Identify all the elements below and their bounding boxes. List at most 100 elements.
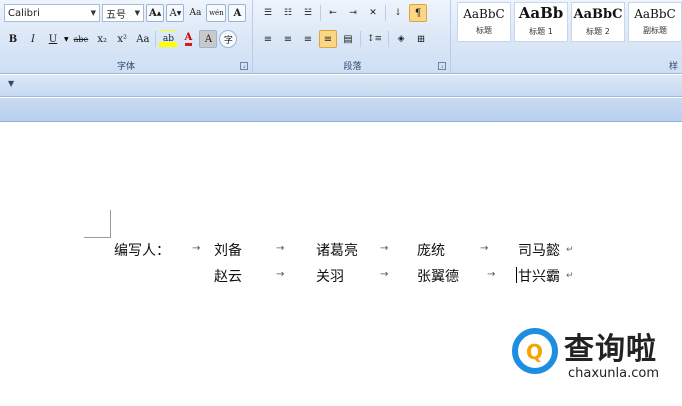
align-center-icon: ≡ xyxy=(283,33,293,45)
phonetic-guide-button[interactable]: wén xyxy=(206,4,227,22)
font-color-button[interactable]: A xyxy=(179,30,197,48)
quick-access-toolbar: ▼ xyxy=(0,75,682,97)
text-cursor xyxy=(516,267,517,283)
char-shading-icon: A xyxy=(204,33,213,45)
encircle-icon: 字 xyxy=(223,35,233,46)
numbering-button[interactable]: ☷ xyxy=(279,4,297,22)
separator xyxy=(388,31,390,47)
sort-icon: ↓ xyxy=(394,8,402,18)
style-heading-2[interactable]: AaBbC 标题 2 xyxy=(571,2,625,42)
clear-format-icon: Aa xyxy=(189,8,202,18)
launcher-icon: ⌟ xyxy=(242,62,246,69)
chaxunla-logo-icon: Q xyxy=(512,328,558,374)
asian-layout-icon: ✕ xyxy=(369,8,377,18)
distributed-button[interactable]: ▤ xyxy=(339,30,357,48)
strikethrough-button[interactable]: abe xyxy=(71,30,92,48)
align-right-button[interactable]: ≡ xyxy=(299,30,317,48)
decrease-indent-button[interactable]: ⇤ xyxy=(324,4,342,22)
style-preview: AaBbC xyxy=(463,7,505,21)
style-heading-1[interactable]: AaBb 标题 1 xyxy=(514,2,568,42)
style-subtitle[interactable]: AaBbC 副标题 xyxy=(628,2,682,42)
highlight-button[interactable]: ab xyxy=(159,30,178,48)
underline-icon: U xyxy=(48,33,58,45)
align-center-button[interactable]: ≡ xyxy=(279,30,297,48)
font-name-combo[interactable]: Calibri ▼ xyxy=(4,4,100,22)
name-cell: 庞统 xyxy=(417,243,445,259)
asian-layout-button[interactable]: ✕ xyxy=(364,4,382,22)
font-color-icon: A xyxy=(184,32,193,46)
paint-bucket-icon: ◈ xyxy=(397,34,405,44)
change-case-button[interactable]: Aa xyxy=(133,30,152,48)
multilevel-list-button[interactable]: ☱ xyxy=(299,4,317,22)
bullets-button[interactable]: ☰ xyxy=(259,4,277,22)
paragraph-dialog-launcher[interactable]: ⌟ xyxy=(438,62,446,70)
author-label: 编写人： xyxy=(114,243,170,259)
word-window: Calibri ▼ 五号 ▼ A ▲ A ▼ Aa wén A B I U ▼ ab… xyxy=(0,0,682,406)
superscript-button[interactable]: x² xyxy=(113,30,131,48)
shading-button[interactable]: ◈ xyxy=(392,30,410,48)
tab-mark: → xyxy=(380,269,389,280)
name-cell: 关羽 xyxy=(316,269,344,285)
style-name: 标题 2 xyxy=(586,27,610,36)
sort-button[interactable]: ↓ xyxy=(389,4,407,22)
name-cell: 刘备 xyxy=(214,243,242,259)
char-border-icon: A xyxy=(233,7,242,19)
style-name: 副标题 xyxy=(643,26,667,35)
name-cell: 赵云 xyxy=(214,269,242,285)
line-spacing-icon: ↕≡ xyxy=(367,34,383,44)
bullet-list-icon: ☰ xyxy=(263,8,273,18)
encircle-button[interactable]: 字 xyxy=(219,30,238,48)
font-name-value: Calibri xyxy=(8,7,40,19)
highlighter-icon: ab xyxy=(162,34,174,44)
subscript-button[interactable]: x₂ xyxy=(93,30,111,48)
watermark-cn-text: 查询啦 xyxy=(564,332,657,367)
char-border-button[interactable]: A xyxy=(228,4,247,22)
tab-mark: → xyxy=(192,243,201,254)
increase-indent-button[interactable]: ⇥ xyxy=(344,4,362,22)
styles-group: AaBbC 标题 AaBb 标题 1 AaBbC 标题 2 AaBbC 副标题 … xyxy=(453,0,682,74)
superscript-icon: x² xyxy=(117,33,128,45)
style-name: 标题 xyxy=(476,26,492,35)
tab-mark: → xyxy=(276,243,285,254)
strikethrough-icon: abe xyxy=(73,34,89,44)
separator xyxy=(360,31,361,47)
launcher-icon: ⌟ xyxy=(440,62,444,69)
justify-button[interactable]: ≡ xyxy=(319,30,337,48)
borders-icon: ⊞ xyxy=(416,33,426,45)
font-row-2: B I U ▼ abe x₂ x² Aa ab A A 字 xyxy=(4,29,238,49)
style-title[interactable]: AaBbC 标题 xyxy=(457,2,511,42)
show-marks-button[interactable]: ¶ xyxy=(409,4,427,22)
align-left-icon: ≡ xyxy=(263,33,273,45)
customize-qat-icon[interactable]: ▼ xyxy=(8,79,14,88)
increase-indent-icon: ⇥ xyxy=(349,8,357,18)
chevron-down-icon: ▼ xyxy=(90,9,96,17)
font-group: Calibri ▼ 五号 ▼ A ▲ A ▼ Aa wén A B I U ▼ ab… xyxy=(0,0,253,74)
style-preview: AaBb xyxy=(518,4,564,22)
clear-format-button[interactable]: Aa xyxy=(186,4,204,22)
grow-font-button[interactable]: A ▲ xyxy=(146,4,165,22)
shrink-font-icon: A xyxy=(169,7,177,19)
shrink-font-button[interactable]: A ▼ xyxy=(166,4,185,22)
borders-button[interactable]: ⊞ xyxy=(412,30,430,48)
font-dialog-launcher[interactable]: ⌟ xyxy=(240,62,248,70)
paragraph-mark: ↵ xyxy=(566,271,574,281)
line-spacing-button[interactable]: ↕≡ xyxy=(364,30,385,48)
tab-mark: → xyxy=(487,269,496,280)
bold-icon: B xyxy=(8,33,18,45)
name-cell: 甘兴霸 xyxy=(518,269,560,285)
italic-button[interactable]: I xyxy=(24,30,42,48)
grow-font-icon: A xyxy=(149,7,157,19)
italic-icon: I xyxy=(31,33,35,45)
doc-line-2: 赵云 → 关羽 → 张翼德 → 甘兴霸 ↵ xyxy=(0,266,682,286)
para-row-1: ☰ ☷ ☱ ⇤ ⇥ ✕ ↓ ¶ xyxy=(259,3,427,23)
ribbon: Calibri ▼ 五号 ▼ A ▲ A ▼ Aa wén A B I U ▼ ab… xyxy=(0,0,682,74)
char-shading-button[interactable]: A xyxy=(199,30,218,48)
font-size-combo[interactable]: 五号 ▼ xyxy=(102,4,144,22)
underline-button[interactable]: U xyxy=(44,30,62,48)
margin-corner-mark xyxy=(84,237,111,238)
logo-letter: Q xyxy=(526,340,544,364)
chevron-down-icon: ▼ xyxy=(134,9,140,17)
margin-corner-mark xyxy=(110,210,111,238)
align-left-button[interactable]: ≡ xyxy=(259,30,277,48)
bold-button[interactable]: B xyxy=(4,30,22,48)
